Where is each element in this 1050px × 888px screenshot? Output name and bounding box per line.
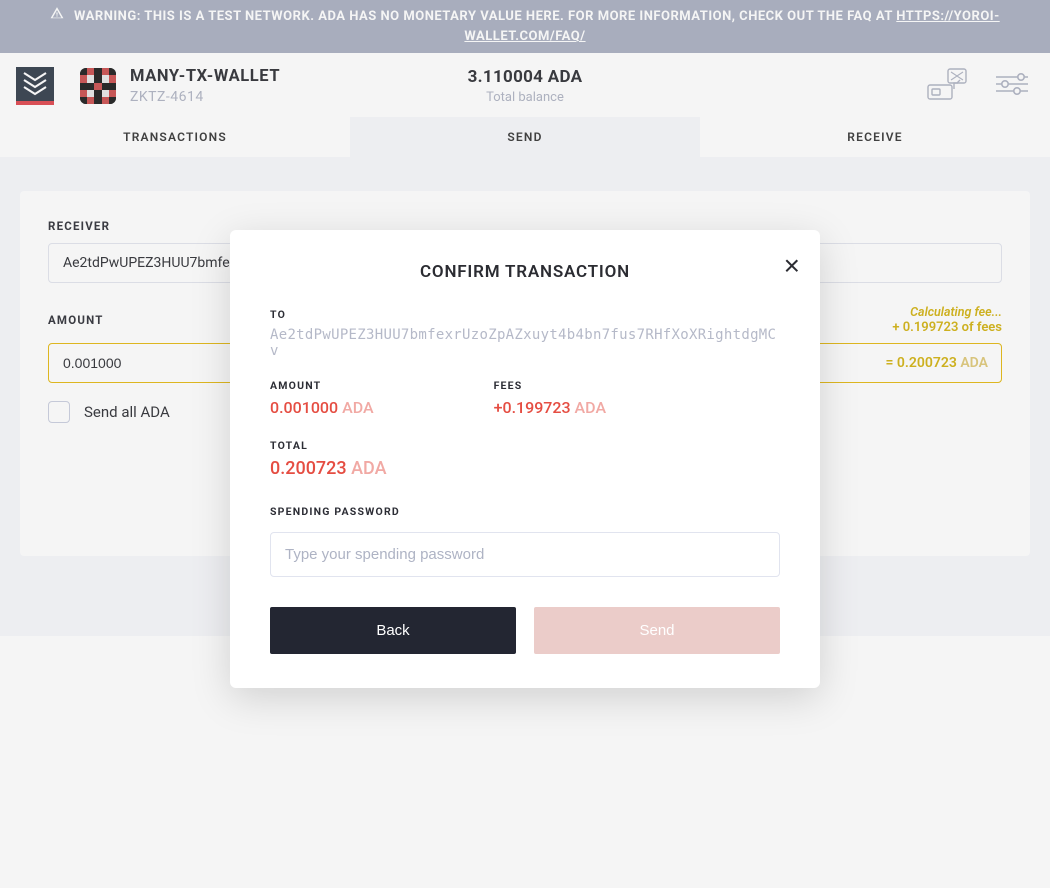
close-icon[interactable]: ×	[784, 252, 800, 280]
confirm-transaction-modal: × CONFIRM TRANSACTION TO Ae2tdPwUPEZ3HUU…	[230, 230, 820, 688]
modal-title: CONFIRM TRANSACTION	[270, 262, 780, 282]
spending-password-label: SPENDING PASSWORD	[270, 505, 780, 518]
modal-fees-value: +0.199723 ADA	[494, 398, 606, 417]
to-label: TO	[270, 308, 780, 321]
back-button[interactable]: Back	[270, 607, 516, 654]
modal-amount-value: 0.001000 ADA	[270, 398, 374, 417]
spending-password-input[interactable]	[270, 532, 780, 577]
modal-fees-label: FEES	[494, 379, 606, 392]
to-address: Ae2tdPwUPEZ3HUU7bmfexrUzoZpAZxuyt4b4bn7f…	[270, 327, 780, 359]
modal-total-value: 0.200723 ADA	[270, 458, 780, 479]
modal-amount-label: AMOUNT	[270, 379, 374, 392]
modal-total-label: TOTAL	[270, 439, 780, 452]
send-button[interactable]: Send	[534, 607, 780, 654]
